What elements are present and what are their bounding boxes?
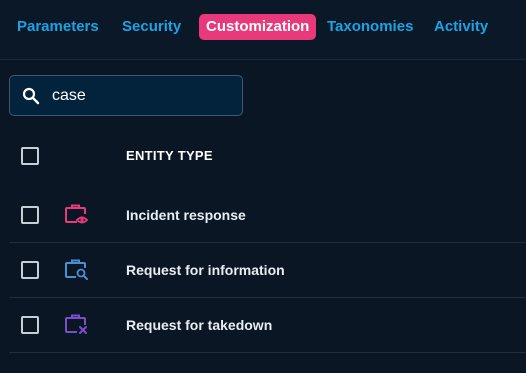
column-header-entity-type[interactable]: ENTITY TYPE bbox=[126, 148, 213, 163]
row-checkbox-incident-response[interactable] bbox=[21, 206, 39, 224]
tab-activity[interactable]: Activity bbox=[434, 14, 488, 40]
tab-security[interactable]: Security bbox=[122, 14, 181, 40]
select-all-checkbox[interactable] bbox=[21, 147, 39, 165]
tab-bar: Parameters Security Customization Taxono… bbox=[0, 0, 526, 60]
row-divider bbox=[9, 242, 526, 243]
case-incident-icon bbox=[64, 203, 90, 227]
case-rft-icon bbox=[64, 313, 90, 337]
row-label-incident-response[interactable]: Incident response bbox=[126, 207, 246, 223]
row-label-request-for-takedown[interactable]: Request for takedown bbox=[126, 317, 272, 333]
row-checkbox-request-for-information[interactable] bbox=[21, 261, 39, 279]
tab-parameters[interactable]: Parameters bbox=[17, 14, 99, 40]
search-icon bbox=[22, 87, 40, 105]
row-divider bbox=[9, 297, 526, 298]
search-input[interactable] bbox=[52, 85, 232, 107]
row-label-request-for-information[interactable]: Request for information bbox=[126, 262, 285, 278]
tab-taxonomies[interactable]: Taxonomies bbox=[327, 14, 413, 40]
case-rfi-icon bbox=[64, 258, 90, 282]
row-checkbox-request-for-takedown[interactable] bbox=[21, 316, 39, 334]
row-divider bbox=[9, 352, 526, 353]
tab-customization[interactable]: Customization bbox=[199, 14, 317, 40]
search-box bbox=[9, 75, 243, 116]
